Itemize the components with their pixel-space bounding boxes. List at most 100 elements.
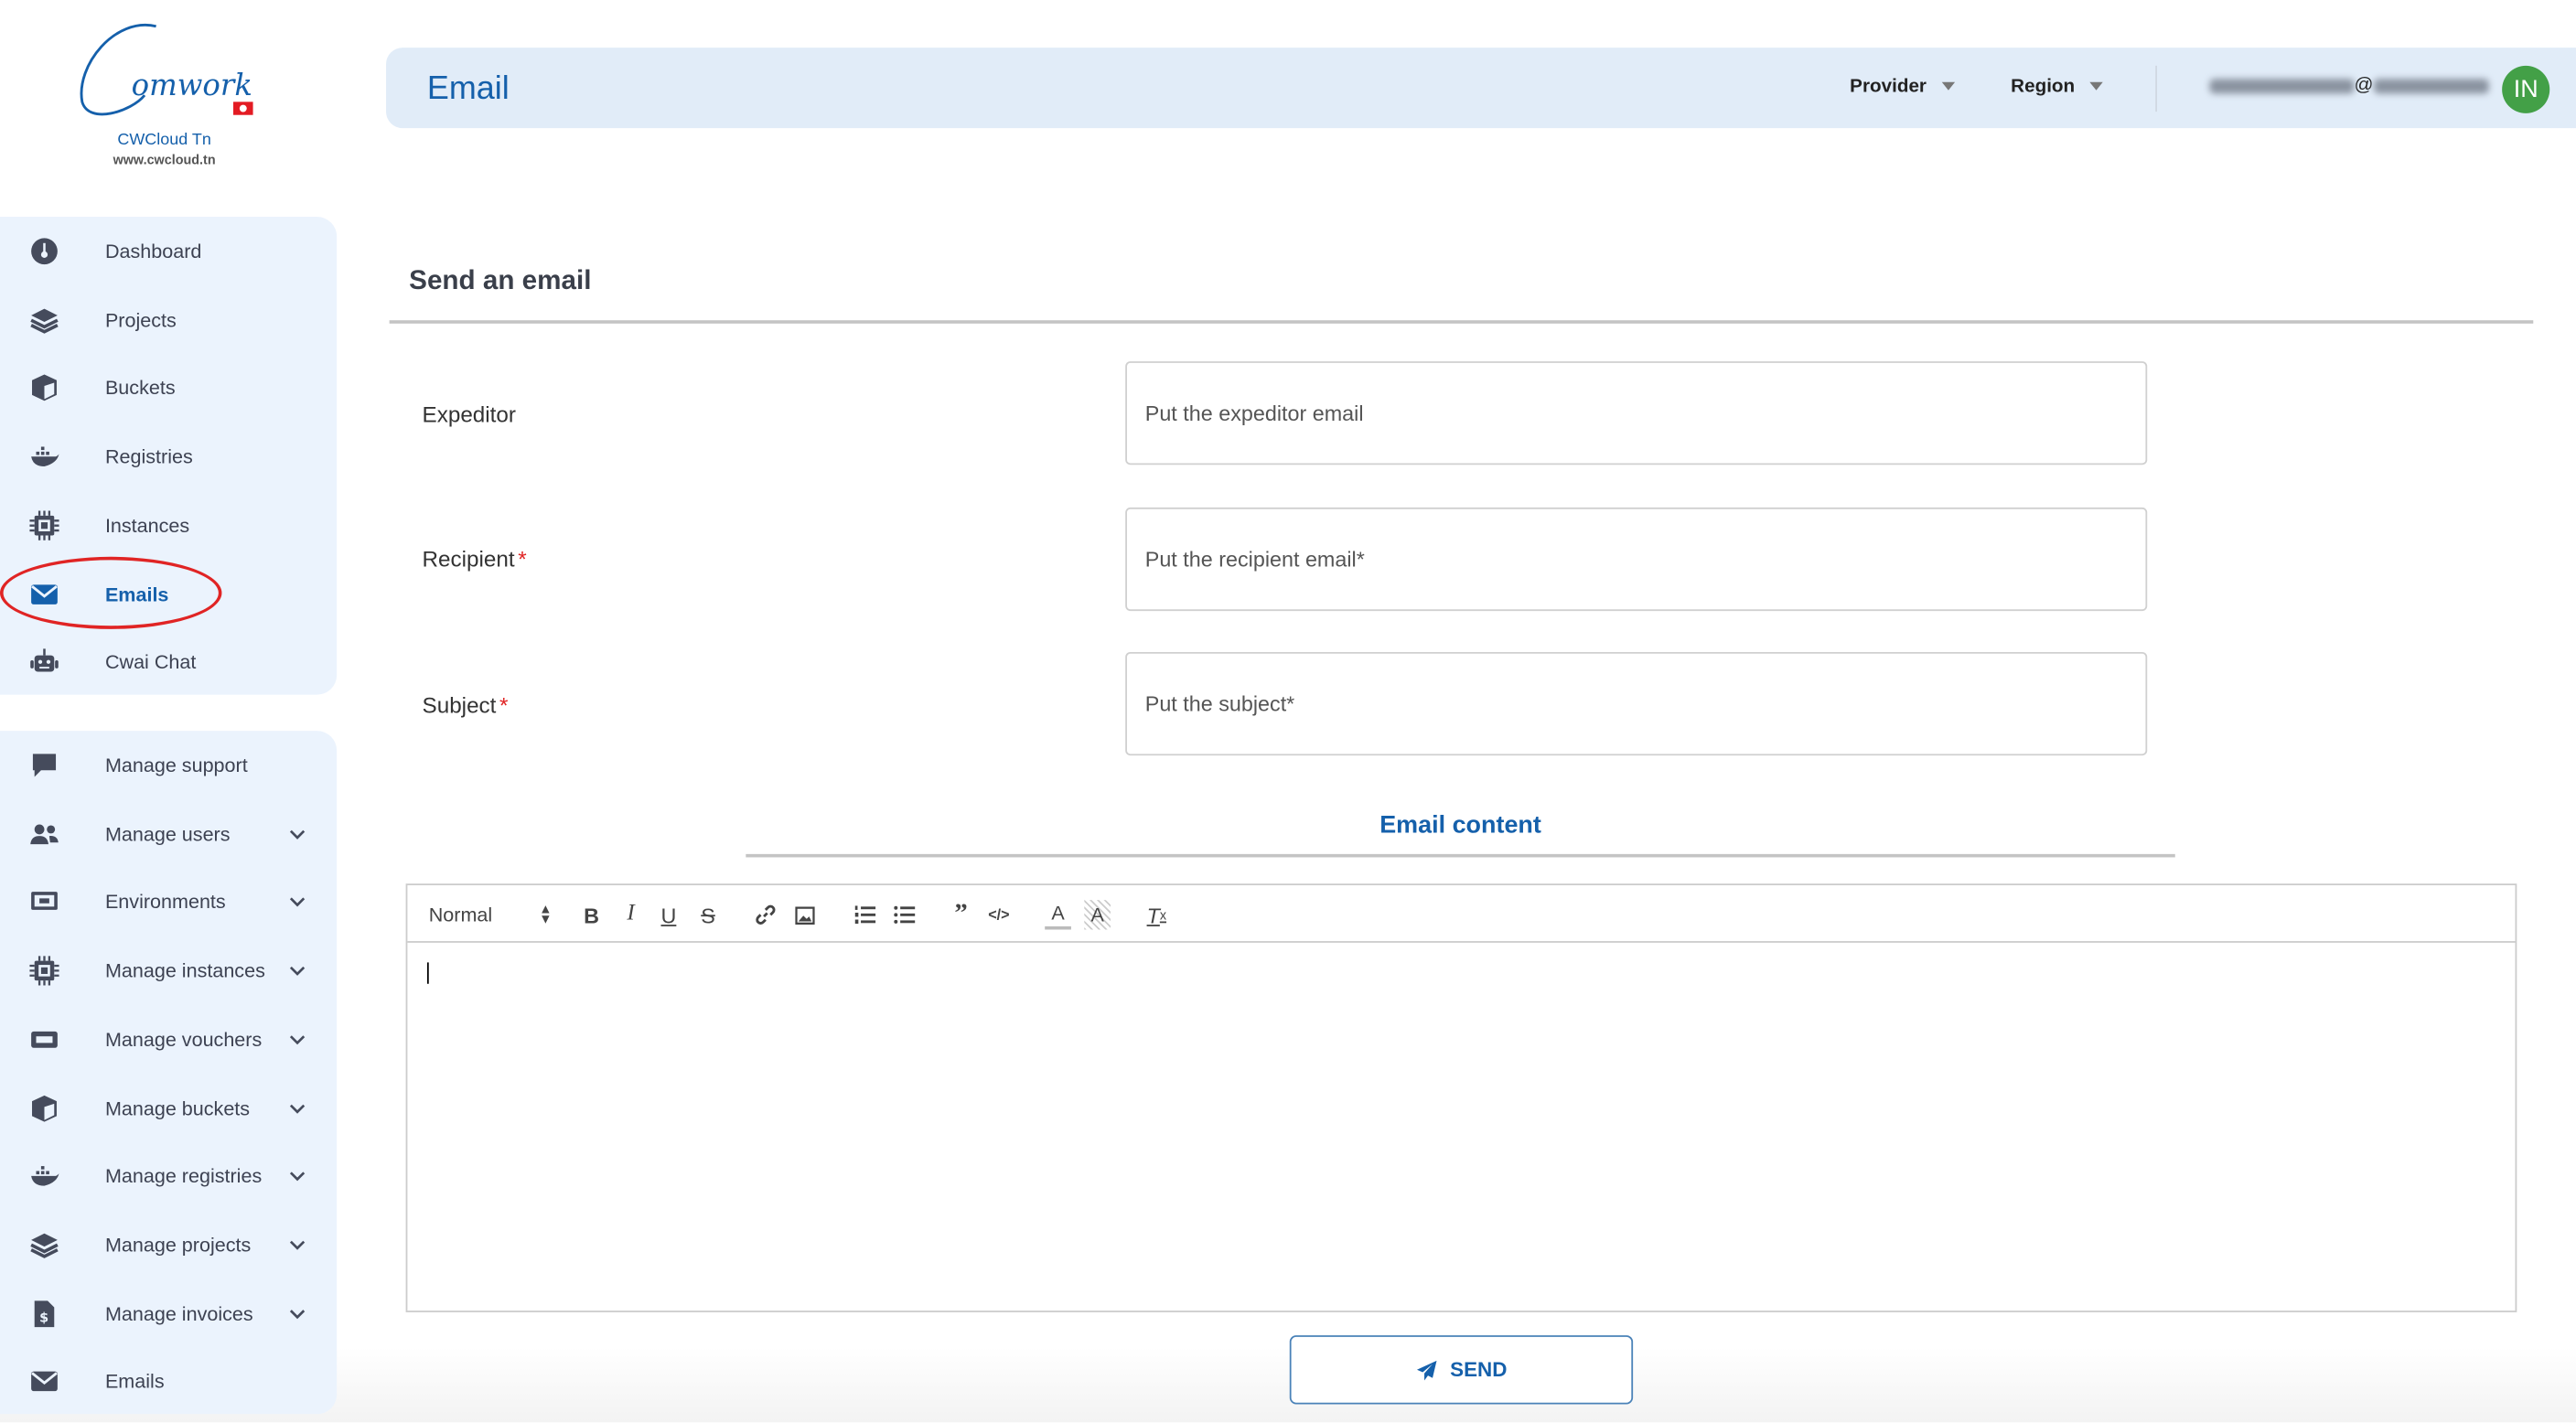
send-button[interactable]: SEND [1289,1335,1634,1405]
text-color-icon[interactable]: A [1045,900,1071,930]
chip-icon [29,510,59,540]
divider [746,853,2175,858]
brand-site: www.cwcloud.tn [113,153,216,168]
sidebar-item-label: Environments [104,891,226,915]
sidebar-item-manage-vouchers[interactable]: Manage vouchers [0,1007,337,1073]
sidebar-item-cwai-chat[interactable]: Cwai Chat [0,629,337,695]
robot-icon [29,647,59,677]
strikethrough-icon[interactable]: S [695,900,722,929]
text-cursor [426,962,429,984]
email-content-title: Email content [1379,811,1541,840]
sidebar-item-registries[interactable]: Registries [0,424,337,490]
background-color-icon[interactable]: A [1084,900,1111,930]
sidebar-item-dashboard[interactable]: Dashboard [0,219,337,284]
sidebar-item-buckets[interactable]: Buckets [0,356,337,422]
bullet-list-icon[interactable] [890,900,917,929]
chevron-down-icon[interactable] [287,961,307,981]
chevron-down-icon[interactable] [287,1303,307,1323]
expeditor-input[interactable] [1125,361,2148,465]
ticket-icon [29,1024,59,1054]
sidebar-item-instances[interactable]: Instances [0,492,337,558]
top-header: Email Provider Region @ IN [386,48,2576,129]
sidebar-item-environments[interactable]: Environments [0,870,337,936]
sidebar-item-label: Manage registries [104,1164,263,1188]
app: omwork CWCloud Tn www.cwcloud.tn Dashboa… [0,0,2576,1423]
cube-icon [29,1093,59,1122]
sidebar-item-label: Manage instances [104,958,265,983]
logo[interactable]: omwork CWCloud Tn www.cwcloud.tn [49,16,279,198]
sidebar-item-label: Projects [104,308,177,332]
sidebar-item-label: Dashboard [104,240,202,263]
rich-text-editor: Normal ▲ ▼ B I U S ” </> A A Tx [405,883,2517,1312]
sidebar-item-manage-projects[interactable]: Manage projects [0,1212,337,1278]
sidebar-item-label: Manage vouchers [104,1027,263,1052]
blockquote-icon[interactable]: ” [948,900,974,929]
dashboard-icon [29,237,59,266]
sidebar-item-manage-buckets[interactable]: Manage buckets [0,1075,337,1140]
page-title: Email [426,70,510,107]
users-icon [29,819,59,849]
avatar[interactable]: IN [2502,65,2550,113]
sidebar-item-label: Manage buckets [104,1096,251,1119]
sidebar-item-label: Manage support [104,754,248,777]
subject-label: Subject * [422,692,509,718]
image-icon[interactable] [792,900,819,929]
provider-label: Provider [1850,77,1927,97]
sidebar-item-manage-registries[interactable]: Manage registries [0,1143,337,1209]
chevron-down-icon[interactable] [287,893,307,913]
subject-input[interactable] [1125,651,2148,756]
sidebar-item-label: Buckets [104,376,176,401]
ordered-list-icon[interactable] [851,900,877,929]
invoice-icon: $ [29,1299,59,1328]
sidebar-item-manage-invoices[interactable]: $ Manage invoices [0,1280,337,1346]
link-icon[interactable] [753,900,779,929]
svg-text:omwork: omwork [132,68,252,102]
bold-icon[interactable]: B [578,900,605,929]
user-email[interactable]: @ [2209,75,2489,96]
sidebar-item-label: Cwai Chat [104,650,197,674]
underline-icon[interactable]: U [656,900,682,929]
updown-icon: ▲ ▼ [539,901,553,926]
paper-plane-icon [1416,1360,1436,1380]
sidebar-item-manage-support[interactable]: Manage support [0,733,337,798]
editor-content[interactable] [407,943,2515,1312]
brand-name: CWCloud Tn [117,131,211,150]
email-at: @ [2354,75,2374,96]
sidebar-item-label: Registries [104,444,193,468]
divider [389,320,2534,324]
cube-icon [29,373,59,402]
sidebar-item-label: Instances [104,513,190,537]
format-select[interactable]: Normal ▲ ▼ [429,900,553,929]
sidebar-item-label: Manage invoices [104,1301,253,1325]
code-icon[interactable]: </> [986,900,1013,929]
sidebar-item-label: Emails [104,1370,165,1394]
sidebar-item-emails[interactable]: Emails [0,1349,337,1415]
sidebar-item-manage-instances[interactable]: Manage instances [0,938,337,1004]
caret-down-icon [1941,82,1955,91]
chevron-down-icon[interactable] [287,824,307,844]
layers-icon [29,305,59,334]
layers-icon [29,1230,59,1259]
region-dropdown[interactable]: Region [2011,77,2103,97]
chevron-down-icon[interactable] [287,1235,307,1255]
caret-down-icon [2089,82,2103,91]
chevron-down-icon[interactable] [287,1098,307,1118]
docker-icon [29,1161,59,1191]
sidebar-item-projects[interactable]: Projects [0,287,337,353]
section-title: Send an email [409,265,592,296]
svg-text:$: $ [39,1311,48,1325]
expeditor-label: Expeditor [422,401,516,427]
sidebar-item-manage-users[interactable]: Manage users [0,801,337,867]
chevron-down-icon[interactable] [287,1030,307,1050]
monitor-icon [29,887,59,916]
region-label: Region [2011,77,2076,97]
sidebar-item-label: Manage users [104,822,231,846]
chip-icon [29,956,59,986]
recipient-input[interactable] [1125,507,2148,612]
clear-format-icon[interactable]: Tx [1143,900,1170,929]
italic-icon[interactable]: I [617,900,644,929]
header-divider [2155,65,2158,112]
provider-dropdown[interactable]: Provider [1850,77,1955,97]
chevron-down-icon[interactable] [287,1166,307,1186]
redacted-text [2373,78,2489,93]
